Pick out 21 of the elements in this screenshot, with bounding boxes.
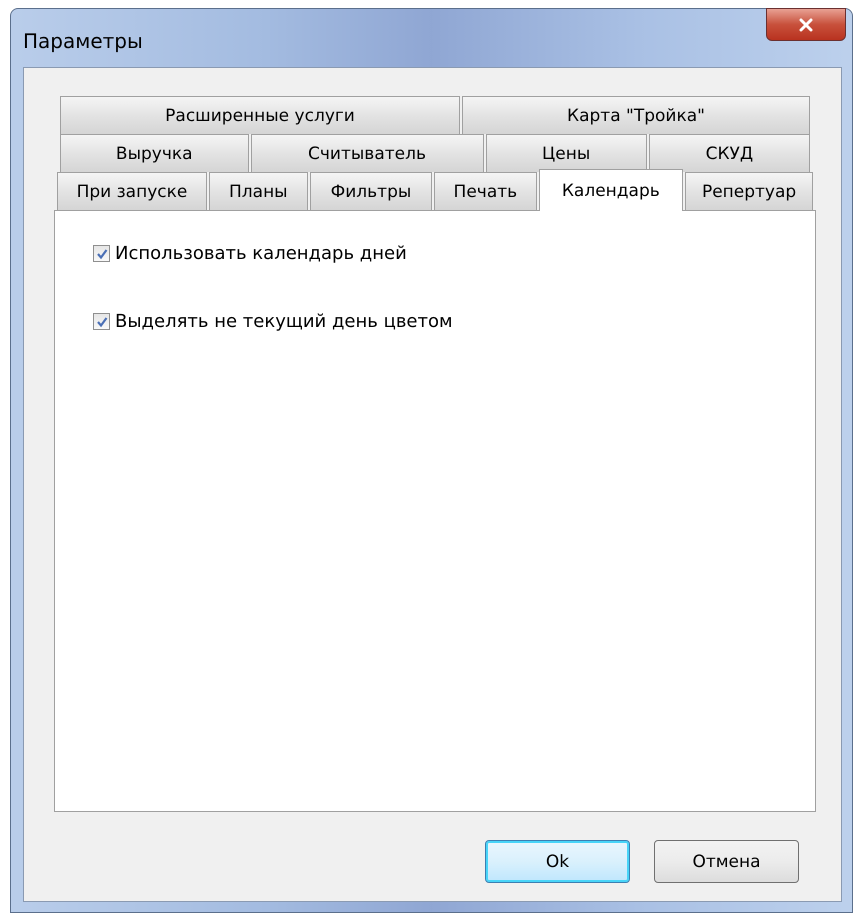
tab[interactable]: Считыватель: [250, 134, 484, 172]
tab[interactable]: СКУД: [648, 134, 810, 172]
tab[interactable]: Фильтры: [310, 172, 432, 210]
tab[interactable]: Печать: [434, 172, 536, 210]
tab[interactable]: Календарь: [538, 169, 684, 211]
tab[interactable]: Карта "Тройка": [462, 96, 810, 134]
tab[interactable]: Репертуар: [685, 172, 813, 210]
cancel-button[interactable]: Отмена: [654, 840, 799, 883]
ok-button[interactable]: Ok: [485, 840, 630, 883]
close-icon: [798, 18, 814, 32]
checkbox-label[interactable]: Выделять не текущий день цветом: [115, 311, 453, 332]
window-title: Параметры: [23, 29, 143, 53]
close-button[interactable]: [766, 8, 846, 41]
tab[interactable]: Расширенные услуги: [60, 96, 460, 134]
checkbox-label[interactable]: Использовать календарь дней: [115, 243, 407, 264]
tab[interactable]: Выручка: [60, 134, 248, 172]
checkbox[interactable]: [93, 313, 110, 330]
tab[interactable]: При запуске: [57, 172, 207, 210]
tab[interactable]: Планы: [208, 172, 308, 210]
tab[interactable]: Цены: [486, 134, 647, 172]
checkbox[interactable]: [93, 245, 110, 262]
